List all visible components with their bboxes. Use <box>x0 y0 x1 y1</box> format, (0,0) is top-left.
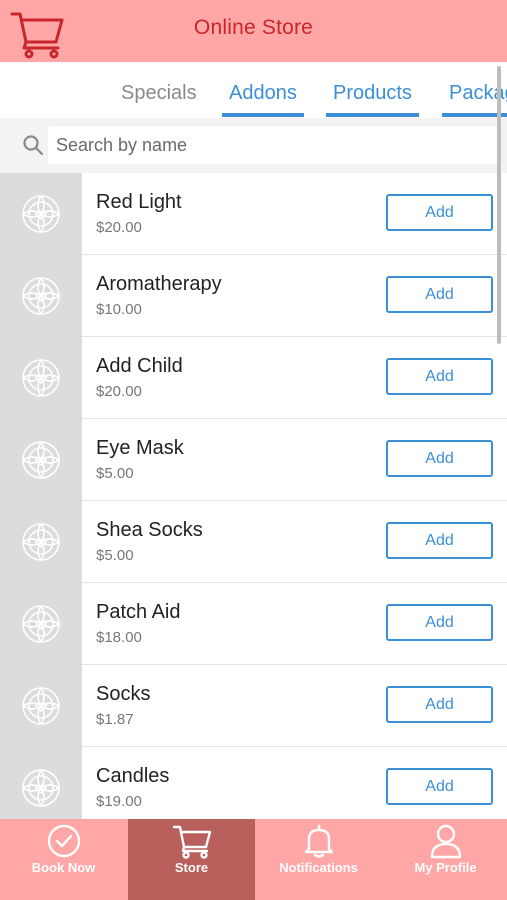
product-price: $1.87 <box>96 711 134 728</box>
product-thumbnail <box>0 255 82 337</box>
product-name: Aromatherapy <box>96 273 222 295</box>
search-icon <box>23 135 44 156</box>
product-price: $20.00 <box>96 219 142 236</box>
nav-label: Notifications <box>279 860 358 875</box>
check-circle-icon <box>47 824 80 858</box>
flower-logo-icon <box>22 687 60 725</box>
search-bar <box>0 118 507 173</box>
product-name: Shea Socks <box>96 519 203 541</box>
product-price: $19.00 <box>96 793 142 810</box>
tab-specials[interactable]: Specials <box>121 82 197 105</box>
bell-icon <box>304 824 333 858</box>
nav-store[interactable]: Store <box>128 819 255 900</box>
add-button[interactable]: Add <box>386 604 493 641</box>
flower-logo-icon <box>22 195 60 233</box>
product-name: Eye Mask <box>96 437 184 459</box>
add-button[interactable]: Add <box>386 768 493 805</box>
nav-notifications[interactable]: Notifications <box>255 819 382 900</box>
add-button[interactable]: Add <box>386 686 493 723</box>
product-price: $18.00 <box>96 629 142 646</box>
product-price: $5.00 <box>96 547 134 564</box>
product-thumbnail <box>0 419 82 501</box>
flower-logo-icon <box>22 277 60 315</box>
add-button[interactable]: Add <box>386 194 493 231</box>
product-thumbnail <box>0 665 82 747</box>
nav-my-profile[interactable]: My Profile <box>382 819 507 900</box>
nav-label: My Profile <box>414 860 477 875</box>
product-name: Patch Aid <box>96 601 181 623</box>
flower-logo-icon <box>22 441 60 479</box>
bottom-navigation: Book Now Store Notifications My Profile <box>0 819 507 900</box>
flower-logo-icon <box>22 359 60 397</box>
add-button[interactable]: Add <box>386 522 493 559</box>
flower-logo-icon <box>22 523 60 561</box>
app-header: Online Store <box>0 0 507 62</box>
flower-logo-icon <box>22 605 60 643</box>
list-item: Add Child $20.00 Add <box>0 337 507 419</box>
product-name: Candles <box>96 765 170 787</box>
flower-logo-icon <box>22 769 60 807</box>
user-icon <box>430 824 461 859</box>
tab-addons[interactable]: Addons <box>222 82 304 117</box>
list-item: Red Light $20.00 Add <box>0 173 507 255</box>
list-item: Socks $1.87 Add <box>0 665 507 747</box>
product-thumbnail <box>0 583 82 665</box>
scrollbar[interactable] <box>497 66 501 344</box>
product-name: Red Light <box>96 191 182 213</box>
product-price: $10.00 <box>96 301 142 318</box>
list-item: Candles $19.00 Add <box>0 747 507 829</box>
nav-book-now[interactable]: Book Now <box>0 819 127 900</box>
active-tab-indicator <box>222 113 304 117</box>
product-thumbnail <box>0 747 82 829</box>
add-button[interactable]: Add <box>386 440 493 477</box>
product-thumbnail <box>0 501 82 583</box>
product-price: $20.00 <box>96 383 142 400</box>
cart-icon <box>172 825 211 859</box>
list-item: Eye Mask $5.00 Add <box>0 419 507 501</box>
tab-label: Products <box>333 82 412 104</box>
list-item: Shea Socks $5.00 Add <box>0 501 507 583</box>
search-input[interactable] <box>48 126 500 164</box>
category-tabs: Specials Addons Products Packag <box>0 62 507 118</box>
product-thumbnail <box>0 173 82 255</box>
product-thumbnail <box>0 337 82 419</box>
product-list: Red Light $20.00 Add Aromatherapy $10.00… <box>0 173 507 829</box>
page-title: Online Store <box>193 16 314 39</box>
tab-products[interactable]: Products <box>326 82 419 117</box>
tab-label: Specials <box>121 82 197 104</box>
tab-label: Addons <box>229 82 297 104</box>
list-item: Patch Aid $18.00 Add <box>0 583 507 665</box>
product-name: Socks <box>96 683 151 705</box>
nav-label: Store <box>174 860 209 875</box>
tab-indicator <box>326 113 419 117</box>
list-item: Aromatherapy $10.00 Add <box>0 255 507 337</box>
product-price: $5.00 <box>96 465 134 482</box>
add-button[interactable]: Add <box>386 358 493 395</box>
add-button[interactable]: Add <box>386 276 493 313</box>
nav-label: Book Now <box>31 860 96 875</box>
product-name: Add Child <box>96 355 183 377</box>
